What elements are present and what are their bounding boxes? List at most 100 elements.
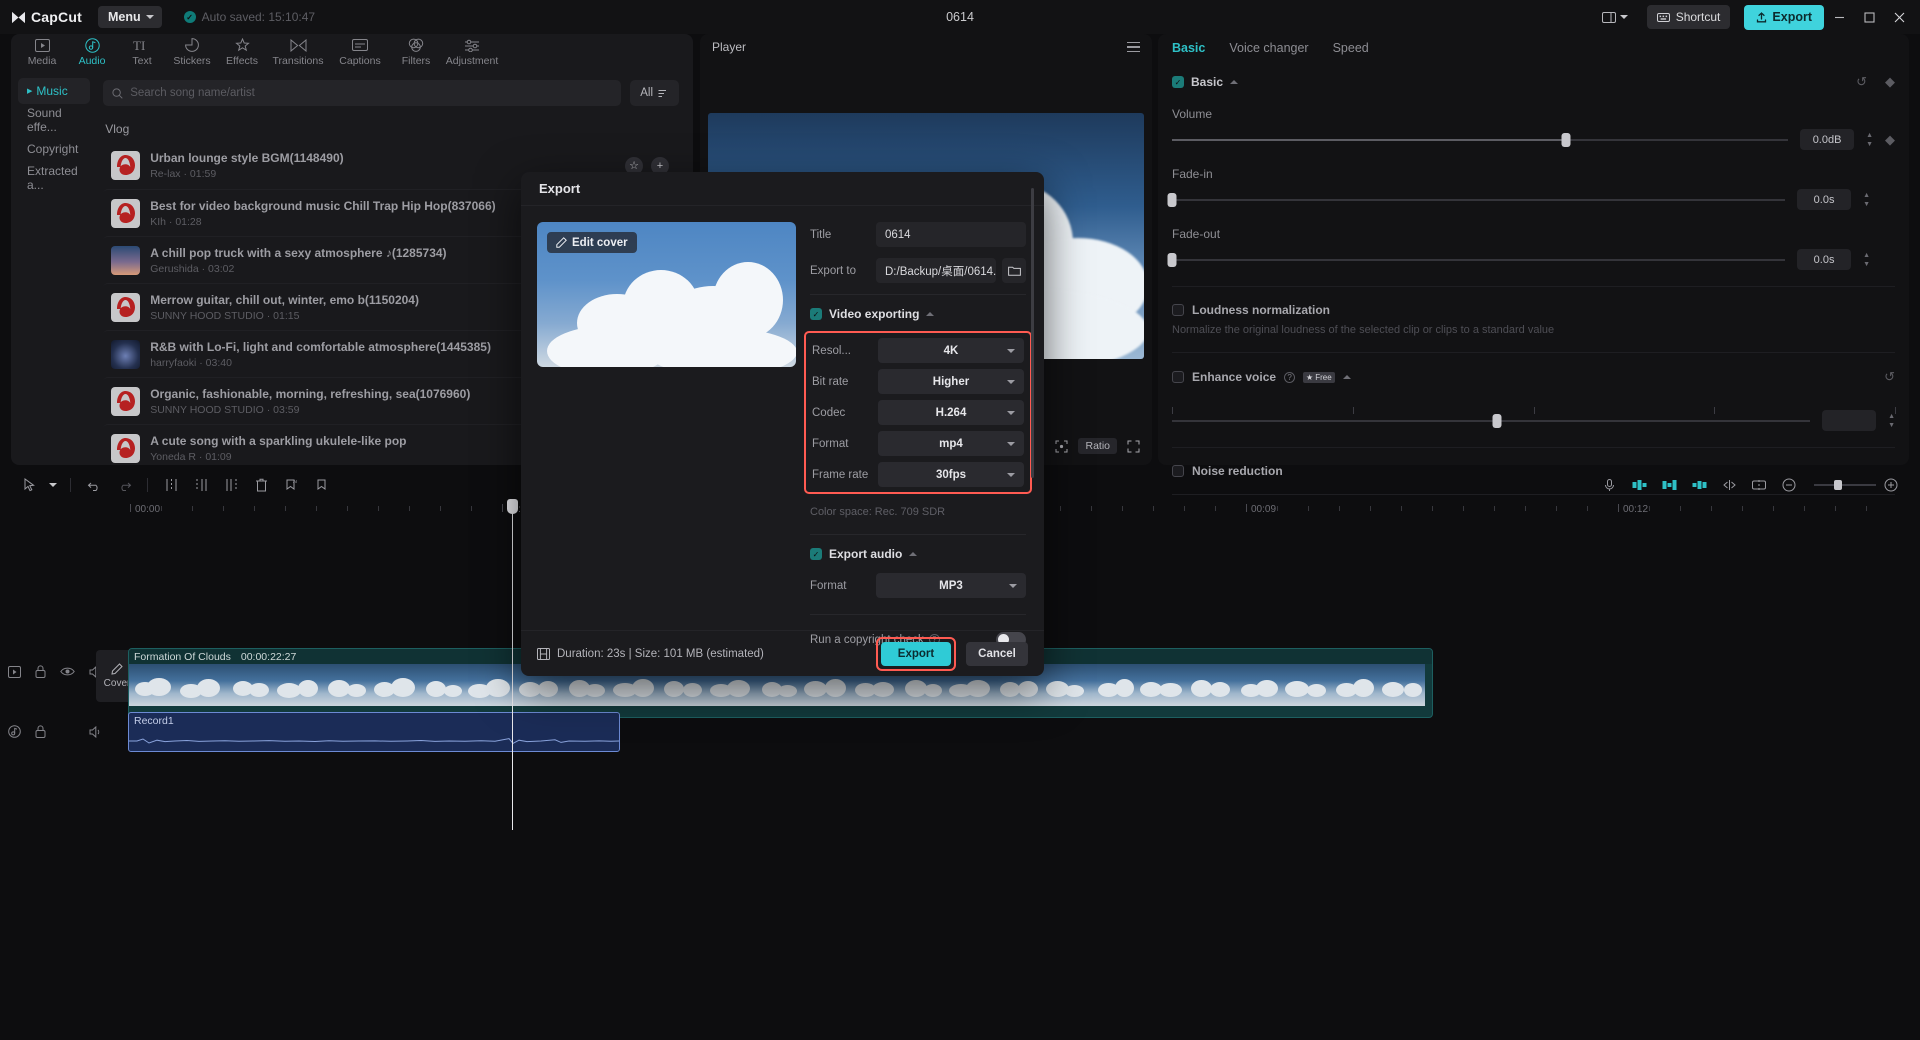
enhance-voice-checkbox[interactable]	[1172, 371, 1184, 383]
mix-a-button[interactable]	[1624, 470, 1654, 500]
keyframe-icon[interactable]: ◆	[1885, 74, 1895, 90]
record-button[interactable]	[1594, 470, 1624, 500]
ai-marker-icon: AI	[284, 478, 298, 492]
fullscreen-icon[interactable]	[1127, 440, 1140, 453]
mute-icon[interactable]	[89, 726, 103, 738]
category-music[interactable]: ▶ Music	[18, 78, 90, 104]
menu-button[interactable]: Menu	[98, 6, 162, 28]
basic-checkbox[interactable]: ✓	[1172, 76, 1184, 88]
fade-in-stepper[interactable]: ▲▼	[1863, 192, 1870, 208]
tab-stickers[interactable]: Stickers	[167, 34, 217, 70]
zoom-out-button[interactable]	[1774, 470, 1804, 500]
playhead-handle[interactable]	[507, 499, 518, 514]
export-dialog-header: Export	[521, 172, 1044, 206]
trim-right-button[interactable]	[216, 470, 246, 500]
hamburger-icon[interactable]	[1127, 42, 1140, 53]
enhance-voice-slider[interactable]	[1172, 420, 1810, 422]
edit-cover-button[interactable]: Edit cover	[547, 232, 637, 253]
redo-button[interactable]	[109, 470, 139, 500]
fade-out-stepper[interactable]: ▲▼	[1863, 252, 1870, 268]
export-path-input[interactable]: D:/Backup/桌面/0614....	[876, 258, 996, 283]
shortcut-button[interactable]: Shortcut	[1647, 5, 1731, 29]
maximize-button[interactable]	[1854, 0, 1884, 34]
cover-preview: Edit cover	[537, 222, 796, 367]
undo-button[interactable]	[79, 470, 109, 500]
framerate-select[interactable]: 30fps	[878, 462, 1024, 487]
fade-out-slider[interactable]	[1172, 259, 1785, 261]
category-sound-effects[interactable]: Sound effe...	[18, 107, 90, 133]
loudness-checkbox[interactable]	[1172, 304, 1184, 316]
enhance-voice-row[interactable]: Enhance voice ? ★Free ↺	[1172, 369, 1895, 385]
tab-filters[interactable]: Filters	[391, 34, 441, 70]
volume-value[interactable]: 0.0dB	[1800, 129, 1854, 150]
tab-adjustment[interactable]: Adjustment	[441, 34, 503, 70]
tab-basic[interactable]: Basic	[1172, 41, 1205, 55]
chevron-up-icon[interactable]	[926, 312, 934, 316]
delete-button[interactable]	[246, 470, 276, 500]
titlebar-export-button[interactable]: Export	[1744, 5, 1824, 30]
category-extracted-audio[interactable]: Extracted a...	[18, 165, 90, 191]
chevron-up-icon[interactable]	[909, 552, 917, 556]
marker-button[interactable]	[306, 470, 336, 500]
tab-effects[interactable]: Effects	[217, 34, 267, 70]
mix-b-button[interactable]	[1654, 470, 1684, 500]
track-video-icon[interactable]	[8, 666, 21, 678]
link-button[interactable]	[1714, 470, 1744, 500]
export-confirm-button[interactable]: Export	[881, 642, 951, 666]
resolution-select[interactable]: 4K	[878, 338, 1024, 363]
export-audio-checkbox[interactable]: ✓	[810, 548, 822, 560]
format-select[interactable]: mp4	[878, 431, 1024, 456]
tab-audio[interactable]: Audio	[67, 34, 117, 70]
codec-select[interactable]: H.264	[878, 400, 1024, 425]
loudness-normalization-row[interactable]: Loudness normalization	[1172, 303, 1895, 317]
audio-clip[interactable]: Record1	[128, 712, 620, 752]
filter-button[interactable]: All	[630, 80, 679, 106]
minimize-button[interactable]	[1824, 0, 1854, 34]
tab-voice-changer[interactable]: Voice changer	[1229, 41, 1308, 55]
crop-icon[interactable]	[1055, 440, 1068, 453]
lock-icon[interactable]	[35, 725, 46, 738]
track-audio-icon[interactable]	[8, 725, 21, 738]
audio-format-select[interactable]: MP3	[876, 573, 1026, 598]
help-icon[interactable]: ?	[1284, 372, 1295, 383]
cancel-button[interactable]: Cancel	[966, 642, 1028, 666]
lock-icon[interactable]	[35, 665, 46, 678]
reset-icon[interactable]: ↺	[1884, 369, 1895, 385]
category-copyright[interactable]: Copyright	[18, 136, 90, 162]
close-button[interactable]	[1884, 0, 1914, 34]
chevron-up-icon[interactable]	[1343, 375, 1351, 379]
ai-marker-button[interactable]: AI	[276, 470, 306, 500]
search-input[interactable]: Search song name/artist	[103, 80, 621, 106]
title-input[interactable]: 0614	[876, 222, 1026, 247]
fade-in-value[interactable]: 0.0s	[1797, 189, 1851, 210]
fade-in-slider[interactable]	[1172, 199, 1785, 201]
volume-stepper[interactable]: ▲▼	[1866, 132, 1873, 148]
tab-media[interactable]: Media	[17, 34, 67, 70]
tool-dropdown-button[interactable]	[44, 470, 62, 500]
trim-left-icon	[195, 478, 208, 492]
zoom-in-button[interactable]	[1876, 470, 1906, 500]
bitrate-select[interactable]: Higher	[878, 369, 1024, 394]
playhead[interactable]	[512, 500, 513, 830]
keyframe-icon[interactable]: ◆	[1885, 132, 1895, 148]
tab-speed[interactable]: Speed	[1333, 41, 1369, 55]
zoom-slider[interactable]	[1814, 484, 1876, 486]
tab-captions[interactable]: Captions	[329, 34, 391, 70]
browse-folder-button[interactable]	[1002, 258, 1026, 283]
layout-button[interactable]	[1595, 6, 1635, 28]
ratio-button[interactable]: Ratio	[1078, 438, 1117, 454]
tab-text[interactable]: TI Text	[117, 34, 167, 70]
video-exporting-checkbox[interactable]: ✓	[810, 308, 822, 320]
eye-icon[interactable]	[60, 666, 75, 677]
reset-icon[interactable]: ↺	[1856, 74, 1867, 90]
fade-out-value[interactable]: 0.0s	[1797, 249, 1851, 270]
tab-transitions[interactable]: Transitions	[267, 34, 329, 70]
chevron-up-icon[interactable]	[1230, 80, 1238, 84]
mirror-button[interactable]	[1744, 470, 1774, 500]
split-button[interactable]	[156, 470, 186, 500]
select-tool-button[interactable]	[14, 470, 44, 500]
trim-left-button[interactable]	[186, 470, 216, 500]
mix-c-button[interactable]	[1684, 470, 1714, 500]
dialog-scrollbar[interactable]	[1031, 188, 1034, 478]
volume-slider[interactable]	[1172, 139, 1788, 141]
